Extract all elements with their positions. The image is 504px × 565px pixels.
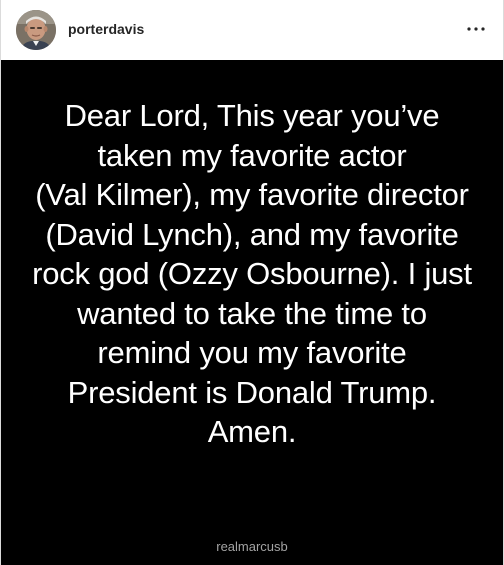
image-watermark: realmarcusb — [216, 539, 288, 554]
text-line: President is Donald Trump. — [67, 374, 437, 410]
post-image[interactable]: Dear Lord, This year you’ve taken my fav… — [1, 60, 503, 565]
text-line: Dear Lord, This year you’ve — [64, 98, 440, 133]
username-link[interactable]: porterdavis — [68, 20, 144, 38]
text-line: wanted to take the time to — [77, 295, 427, 331]
avatar[interactable] — [16, 10, 56, 50]
text-line: (Val Kilmer), my favorite director — [35, 177, 469, 212]
more-options-icon — [467, 27, 485, 31]
post-image-text: Dear Lord, This year you’ve taken my fav… — [1, 96, 503, 452]
profile-photo-image — [16, 10, 56, 50]
text-line: rock god (Ozzy Osbourne). I just — [32, 256, 472, 291]
instagram-post: porterdavis Dear Lord, This year you’ve … — [0, 0, 504, 565]
text-line: remind you my favorite — [97, 335, 407, 370]
text-line: (David Lynch), and my favorite — [45, 216, 459, 252]
text-line: taken my favorite actor — [97, 137, 407, 173]
text-line: Amen. — [207, 414, 297, 449]
post-header: porterdavis — [1, 0, 503, 60]
more-options-button[interactable] — [463, 17, 489, 41]
